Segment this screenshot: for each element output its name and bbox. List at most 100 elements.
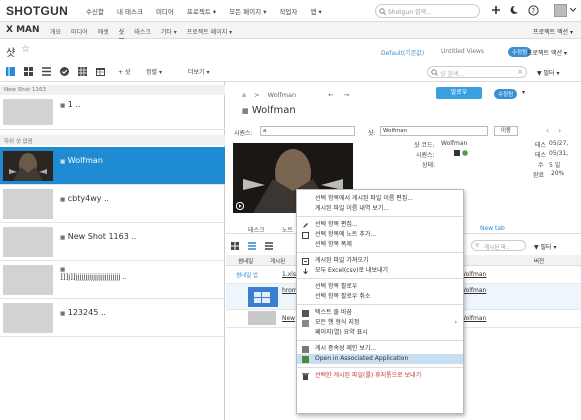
shot-name: ▦ 123245 .. [60,308,106,317]
menu-item-wrap-text[interactable]: 텍스트 줄 바꿈 [297,308,463,318]
shotgun-logo[interactable]: SHOTGUN [6,4,68,18]
thumbnail-placeholder [3,189,53,219]
tab-notes[interactable]: 노트 [282,225,293,234]
clear-icon[interactable]: × [517,68,523,76]
project-actions-menu[interactable]: 프로젝트 액션 ▾ [533,27,573,36]
chevron-right-icon[interactable]: › [558,126,561,135]
list-view-icon[interactable] [6,67,15,76]
menu-item-format-rows[interactable]: 모든 행 형식 지정 › [297,318,463,328]
untitled-views-link[interactable]: Untitled Views [441,48,484,55]
filter-button[interactable]: ▼ 필터 ▾ [534,242,557,251]
duration-value: 5 일 [549,162,561,169]
col-published[interactable]: 게시된 [270,257,285,265]
menu-separator [297,278,463,279]
app-icon [302,356,309,363]
check-icon[interactable] [60,67,69,76]
arrow-left-icon[interactable]: ← [328,91,333,99]
project-name[interactable]: X MAN [6,25,40,35]
shot-thumbnail [3,151,53,181]
svg-text:?: ? [531,7,535,15]
menu-item-delete-selected[interactable]: 선택 항목 폭제 [297,240,463,250]
menu-item-dependencies[interactable]: 게시 종속성 제인 보기... [297,344,463,354]
shot-field[interactable]: Wolfman [380,126,488,136]
menu-item-trash[interactable]: 선택한 게시된 파일(를) 휴지통으로 보내기 [297,371,463,381]
chevron-down-icon[interactable] [570,8,576,12]
grid-view-icon[interactable] [24,67,33,76]
thumbnail-upload-link[interactable]: 썸네일 업 [236,271,258,279]
list-item[interactable]: ▦ cbty4wy .. [0,185,225,223]
help-icon[interactable]: ? [528,5,539,16]
sequence-info-label: 시퀀스: [416,152,435,159]
main-nav: 수신함 내 태스크 미디어 프로젝트 ▾ 모든 페이지 ▾ 작업자 앱 ▾ [86,6,322,16]
more-menu[interactable]: 더보기 ▾ [188,67,209,76]
menu-item-import-published[interactable]: 게시된 파일 가져오기 [297,256,463,266]
status-label: 상태: [422,162,436,169]
menu-item-edit-published-name[interactable]: 선택 항목에서 게시된 파일 이름 편집... [297,194,463,204]
list-item[interactable]: ▦ 1 .. [0,96,225,130]
avatar[interactable] [554,4,567,17]
nav-inbox[interactable]: 수신함 [86,6,104,16]
menu-item-show-summary[interactable]: 페이지(열) 요약 표시 [297,328,463,338]
moon-icon[interactable] [509,5,519,15]
calendar-icon[interactable] [96,67,105,76]
menu-item-follow[interactable]: 선택 항목 팔로우 [297,282,463,292]
sort-menu[interactable]: 정렬 ▾ [146,67,162,76]
sequence-field[interactable]: a [260,126,355,136]
published-search-placeholder: 게시된 파.. [484,244,510,251]
thumbnail-placeholder [3,227,53,257]
default-view-link[interactable]: Default(기본값) [381,48,424,57]
menu-item-edit-selected[interactable]: 선택 항목 편집... [297,220,463,230]
add-shot-button[interactable]: + 샷 [118,67,130,76]
breadcrumb-shot[interactable]: Wolfman [268,91,297,99]
filter-button[interactable]: ▼ 필터 ▾ [537,68,560,77]
menu-item-unfollow[interactable]: 선택 항목 팔로우 취소 [297,292,463,302]
page-title: 샷 [6,48,16,59]
arrow-right-icon[interactable]: → [344,91,349,99]
duration-label: 수 [538,162,544,169]
page-actions-menu[interactable]: 프로젝트 액션 ▾ [527,48,567,57]
grid-view-icon[interactable] [231,242,239,250]
nav-apps[interactable]: 앱 ▾ [310,6,321,16]
pencil-icon [302,222,309,229]
nav-projects[interactable]: 프로젝트 ▾ [187,6,216,16]
list-item[interactable]: ▦ Wolfman [0,147,225,185]
breadcrumb-sequence[interactable]: a [242,91,246,99]
group-header[interactable]: New Shot 1163 [0,85,225,95]
details-view-icon[interactable] [42,67,51,76]
menu-item-open-associated[interactable]: Open in Associated Application [297,354,463,364]
search-icon [379,8,386,15]
shot-search-input[interactable]: 샷 검색... × [427,66,527,78]
nav-my-tasks[interactable]: 내 태스크 [117,6,143,16]
menu-item-export-csv[interactable]: 모두 Excel(csv)로 내보내기 [297,266,463,276]
star-icon[interactable]: ☆ [21,44,30,55]
list-item[interactable]: ▦]]]j]]jjjjjjjjjjjjjjjjjjjjjjj .. [0,261,225,299]
tab-new[interactable]: New tab [480,225,505,232]
search-icon: ⚲ [475,242,480,249]
nav-people[interactable]: 작업자 [279,6,297,16]
play-icon[interactable] [236,202,244,210]
wrap-text-icon [302,310,309,317]
chevron-down-icon[interactable]: ▾ [522,89,525,96]
tab-tasks[interactable]: 태스크 [248,225,265,234]
move-button[interactable]: 이동 [494,126,518,136]
publish-button[interactable]: 알로우 [436,87,482,99]
col-version[interactable]: 버전 [534,257,544,265]
menu-item-add-note[interactable]: 선택 항목에 노트 추가... [297,230,463,240]
list-item[interactable]: ▦ 123245 .. [0,299,225,337]
list-item[interactable]: ▦ New Shot 1163 .. [0,223,225,261]
details-view-icon[interactable] [265,242,273,250]
add-icon[interactable] [491,5,501,15]
menu-item-view-name-history[interactable]: 게시된 파일 이름 내역 보기... [297,204,463,214]
group-header[interactable]: 하위 샷 없음 [0,135,225,145]
nav-media[interactable]: 미디어 [156,6,174,16]
table-icon[interactable] [78,67,87,76]
nav-all-pages[interactable]: 모든 페이지 ▾ [229,6,266,16]
list-view-icon[interactable] [248,242,256,250]
shot-list-panel: New Shot 1163 ▦ 1 .. 하위 샷 없음 ▦ Wolfman ▦… [0,82,225,420]
published-search-input[interactable]: ⚲ 게시된 파.. [471,240,526,251]
col-thumbnail[interactable]: 썸네일 [238,257,253,265]
chevron-left-icon[interactable]: ‹ [546,126,549,135]
global-search-input[interactable]: Shotgun 검색... [375,4,480,18]
published-file-name[interactable]: New [282,315,295,322]
published-file-name[interactable]: 1.xls [282,271,296,278]
